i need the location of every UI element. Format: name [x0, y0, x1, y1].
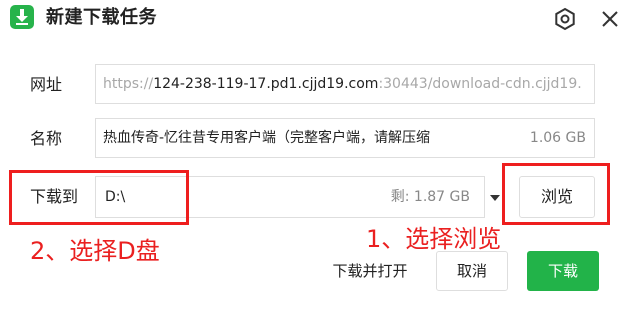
free-space: 剩: 1.87 GB [390, 189, 470, 205]
new-download-dialog: 新建下载任务 网址 https://124-238-119-17.pd1.cjj… [0, 0, 631, 310]
name-label: 名称 [30, 129, 63, 148]
download-and-open-button[interactable]: 下载并打开 [320, 255, 420, 287]
url-input[interactable]: https://124-238-119-17.pd1.cjjd19.com:30… [95, 64, 595, 104]
dialog-title: 新建下载任务 [46, 7, 157, 28]
filename-input[interactable]: 热血传奇-忆往昔专用客户端（完整客户端，请解压缩 1.06 GB [95, 118, 595, 158]
highlight-box-path [9, 170, 189, 225]
file-size: 1.06 GB [529, 130, 586, 146]
filename-text: 热血传奇-忆往昔专用客户端（完整客户端，请解压缩 [103, 130, 431, 146]
url-path: :30443/download-cdn.cjjd19. [378, 76, 582, 92]
highlight-box-browse [502, 163, 610, 225]
url-label: 网址 [30, 75, 63, 94]
download-button[interactable]: 下载 [527, 251, 599, 291]
title-bar: 新建下载任务 [0, 0, 631, 38]
url-scheme: https:// [103, 76, 154, 92]
settings-icon[interactable] [552, 6, 578, 32]
chevron-down-icon [490, 195, 500, 201]
annotation-step2: 2、选择D盘 [30, 237, 160, 265]
cancel-button[interactable]: 取消 [436, 251, 508, 291]
close-icon[interactable] [597, 6, 623, 32]
annotation-step1: 1、选择浏览 [366, 225, 502, 253]
url-host: 124-238-119-17.pd1.cjjd19.com [153, 76, 379, 92]
download-app-icon [10, 5, 34, 29]
